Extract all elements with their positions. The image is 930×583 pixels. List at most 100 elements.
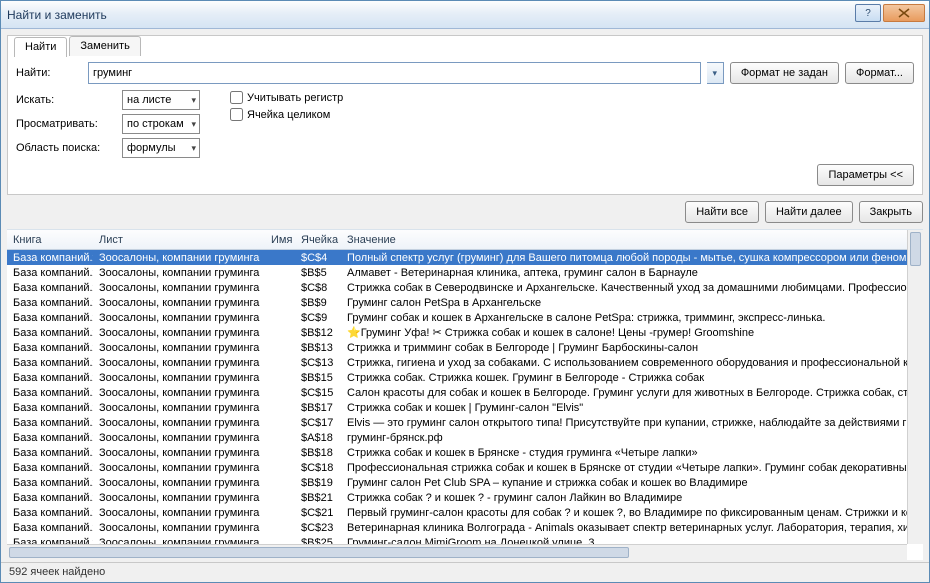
cell-book: База компаний.xlsx [7,417,93,429]
table-row[interactable]: База компаний.xlsxЗоосалоны, компании гр… [7,310,907,325]
direction-select[interactable]: по строкам [122,114,200,134]
table-row[interactable]: База компаний.xlsxЗоосалоны, компании гр… [7,340,907,355]
table-row[interactable]: База компаний.xlsxЗоосалоны, компании гр… [7,370,907,385]
cell-ref: $B$12 [295,327,341,339]
table-row[interactable]: База компаний.xlsxЗоосалоны, компании гр… [7,325,907,340]
col-value[interactable]: Значение [341,234,923,246]
cell-sheet: Зоосалоны, компании груминга [93,342,265,354]
format-none-button[interactable]: Формат не задан [730,62,839,84]
cell-value: Стрижка и тримминг собак в Белгороде | Г… [341,342,907,354]
cell-book: База компаний.xlsx [7,507,93,519]
cell-ref: $C$23 [295,522,341,534]
cell-sheet: Зоосалоны, компании груминга [93,522,265,534]
cell-sheet: Зоосалоны, компании груминга [93,462,265,474]
tab-replace[interactable]: Заменить [69,36,140,56]
match-case-input[interactable] [230,91,243,104]
col-cell[interactable]: Ячейка [295,234,341,246]
cell-value: Стрижка собак. Стрижка кошек. Груминг в … [341,372,907,384]
find-history-dropdown[interactable]: ▾ [707,62,724,84]
scope-label: Область поиска: [16,142,116,154]
table-row[interactable]: База компаний.xlsxЗоосалоны, компании гр… [7,355,907,370]
cell-book: База компаний.xlsx [7,537,93,545]
cell-value: Груминг салон PetSpa в Архангельске [341,297,907,309]
cell-ref: $B$13 [295,342,341,354]
cell-ref: $B$17 [295,402,341,414]
find-all-button[interactable]: Найти все [685,201,759,223]
table-row[interactable]: База компаний.xlsxЗоосалоны, компании гр… [7,400,907,415]
cell-book: База компаний.xlsx [7,312,93,324]
table-row[interactable]: База компаний.xlsxЗоосалоны, компании гр… [7,505,907,520]
close-window-button[interactable] [883,4,925,22]
h-scroll-thumb[interactable] [9,547,629,558]
tab-find[interactable]: Найти [14,37,67,57]
table-row[interactable]: База компаний.xlsxЗоосалоны, компании гр… [7,250,907,265]
table-row[interactable]: База компаний.xlsxЗоосалоны, компании гр… [7,295,907,310]
cell-sheet: Зоосалоны, компании груминга [93,537,265,545]
horizontal-scrollbar[interactable] [7,544,907,560]
cell-book: База компаний.xlsx [7,342,93,354]
status-bar: 592 ячеек найдено [1,562,929,582]
cell-value: Профессиональная стрижка собак и кошек в… [341,462,907,474]
find-row: Найти: груминг ▾ Формат не задан Формат.… [16,62,914,84]
v-scroll-thumb[interactable] [910,232,921,266]
cell-sheet: Зоосалоны, компании груминга [93,267,265,279]
grid-rows: База компаний.xlsxЗоосалоны, компании гр… [7,250,907,544]
cell-book: База компаний.xlsx [7,267,93,279]
cell-ref: $C$13 [295,357,341,369]
look-in-select[interactable]: на листе [122,90,200,110]
cell-value: Стрижка собак и кошек | Груминг-салон "E… [341,402,907,414]
cell-value: Стрижка, гигиена и уход за собаками. С и… [341,357,907,369]
cell-book: База компаний.xlsx [7,327,93,339]
cell-value: Elvis — это груминг салон открытого типа… [341,417,907,429]
window-title: Найти и заменить [7,8,107,22]
whole-cell-input[interactable] [230,108,243,121]
match-case-check[interactable]: Учитывать регистр [230,91,343,104]
cell-value: ⭐Груминг Уфа! ✂ Стрижка собак и кошек в … [341,326,907,339]
table-row[interactable]: База компаний.xlsxЗоосалоны, компании гр… [7,430,907,445]
find-replace-window: Найти и заменить ? Найти Заменить Найти:… [0,0,930,583]
col-sheet[interactable]: Лист [93,234,265,246]
cell-book: База компаний.xlsx [7,462,93,474]
table-row[interactable]: База компаний.xlsxЗоосалоны, компании гр… [7,475,907,490]
table-row[interactable]: База компаний.xlsxЗоосалоны, компании гр… [7,265,907,280]
scope-select[interactable]: формулы [122,138,200,158]
find-input[interactable]: груминг [88,62,701,84]
cell-value: Полный спектр услуг (груминг) для Вашего… [341,252,907,264]
cell-book: База компаний.xlsx [7,402,93,414]
cell-ref: $C$18 [295,462,341,474]
table-row[interactable]: База компаний.xlsxЗоосалоны, компании гр… [7,535,907,544]
cell-ref: $B$15 [295,372,341,384]
table-row[interactable]: База компаний.xlsxЗоосалоны, компании гр… [7,280,907,295]
cell-sheet: Зоосалоны, компании груминга [93,432,265,444]
whole-cell-check[interactable]: Ячейка целиком [230,108,343,121]
help-button[interactable]: ? [855,4,881,22]
cell-ref: $C$15 [295,387,341,399]
tabs: Найти Заменить [14,36,914,56]
table-row[interactable]: База компаний.xlsxЗоосалоны, компании гр… [7,415,907,430]
format-button[interactable]: Формат... [845,62,914,84]
table-row[interactable]: База компаний.xlsxЗоосалоны, компании гр… [7,520,907,535]
cell-sheet: Зоосалоны, компании груминга [93,357,265,369]
cell-sheet: Зоосалоны, компании груминга [93,387,265,399]
cell-book: База компаний.xlsx [7,387,93,399]
table-row[interactable]: База компаний.xlsxЗоосалоны, компании гр… [7,490,907,505]
options-toggle-button[interactable]: Параметры << [817,164,914,186]
cell-ref: $B$18 [295,447,341,459]
vertical-scrollbar[interactable] [907,230,923,544]
cell-value: Стрижка собак в Северодвинске и Архангел… [341,282,907,294]
table-row[interactable]: База компаний.xlsxЗоосалоны, компании гр… [7,445,907,460]
direction-label: Просматривать: [16,118,116,130]
cell-book: База компаний.xlsx [7,297,93,309]
cell-sheet: Зоосалоны, компании груминга [93,507,265,519]
table-row[interactable]: База компаний.xlsxЗоосалоны, компании гр… [7,385,907,400]
cell-ref: $C$9 [295,312,341,324]
cell-ref: $C$17 [295,417,341,429]
cell-ref: $C$8 [295,282,341,294]
cell-value: Груминг-салон MimiGroom на Донецкой улиц… [341,537,907,545]
col-book[interactable]: Книга [7,234,93,246]
table-row[interactable]: База компаний.xlsxЗоосалоны, компании гр… [7,460,907,475]
find-next-button[interactable]: Найти далее [765,201,853,223]
search-panel: Найти Заменить Найти: груминг ▾ Формат н… [7,35,923,195]
close-button[interactable]: Закрыть [859,201,923,223]
col-name[interactable]: Имя [265,234,295,246]
